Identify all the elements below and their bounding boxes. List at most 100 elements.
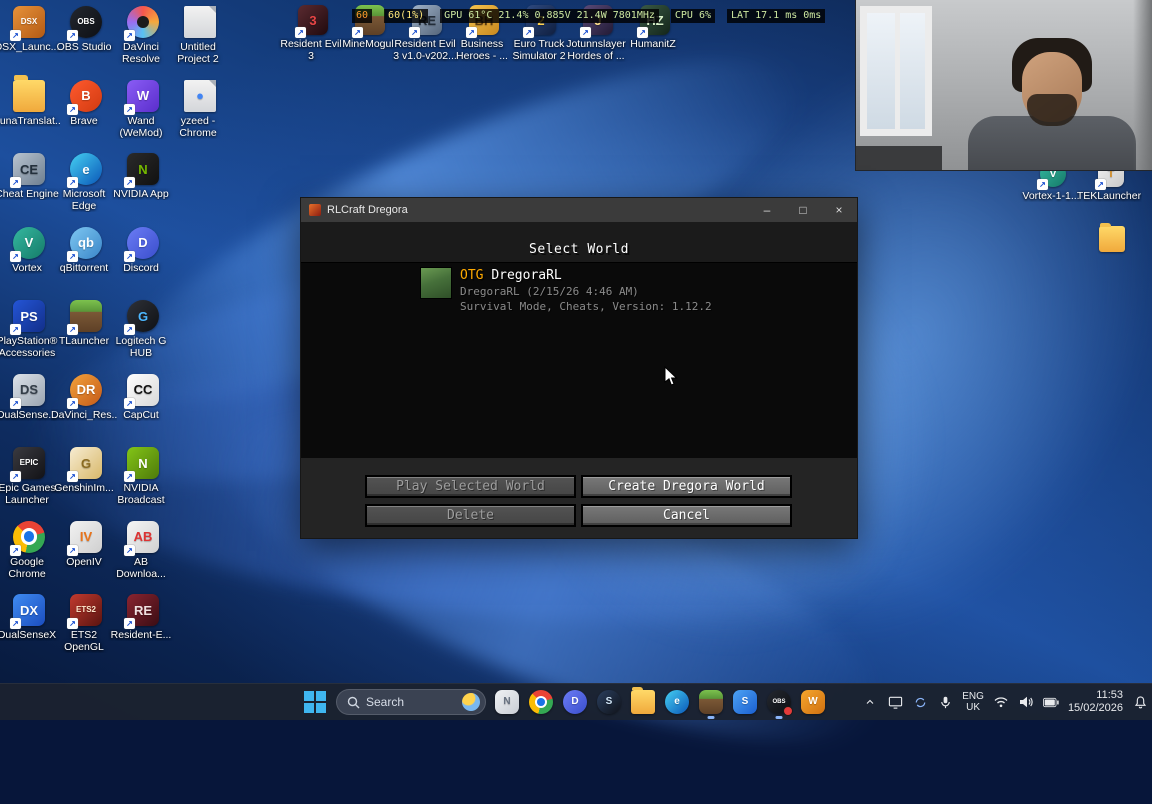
desktop-icon-dsx-launcher[interactable]: DSXDSX_Launc... — [0, 6, 59, 53]
desktop-icon-ets2-opengl[interactable]: ETS2ETS2 OpenGL — [57, 594, 115, 653]
taskbar: Search N D Se S OBS W ENG UK 11:53 15/02/2026 — [0, 683, 1152, 720]
time: 11:53 — [1096, 689, 1123, 701]
desktop-icon-davinci-res[interactable]: DRDaVinci_Res... — [51, 373, 117, 421]
desktop-icon-label: Resident-E... — [110, 629, 172, 641]
desktop-icon-nvidia-app[interactable]: NNVIDIA App — [113, 153, 172, 200]
desktop-icon-label: Logitech G HUB — [115, 335, 167, 359]
room-desk — [856, 146, 942, 170]
room-shadow — [1133, 0, 1152, 170]
desktop-icon-resident-e[interactable]: REResident-E... — [111, 594, 172, 641]
taskbar-app-steam[interactable]: S — [596, 689, 622, 715]
clock[interactable]: 11:53 15/02/2026 — [1068, 689, 1123, 715]
desktop-icon-obs-studio[interactable]: OBSOBS Studio — [57, 6, 115, 53]
world-list: OTG DregoraRL DregoraRL (2/15/26 4:46 AM… — [301, 262, 857, 460]
desktop-icon-tlauncher[interactable]: TLauncher — [57, 300, 115, 347]
desktop-icon-label: HumanitZ — [630, 38, 676, 50]
desktop-icon-epic-games-launcher[interactable]: EPICEpic Games Launcher — [0, 447, 58, 506]
desktop-icon-label: Vortex-1-1... — [1022, 190, 1080, 202]
desktop-icon-cheat-engine[interactable]: CECheat Engine — [0, 153, 59, 200]
start-button[interactable] — [302, 689, 328, 715]
shortcut-arrow-icon — [10, 250, 21, 262]
stats-segment: 60 — [352, 9, 373, 23]
taskbar-app-chrome[interactable] — [528, 689, 554, 715]
desktop-icon-logitech-g-hub[interactable]: GLogitech G HUB — [114, 300, 172, 359]
close-button[interactable]: × — [821, 198, 857, 222]
shortcut-arrow-icon — [10, 544, 21, 556]
monitor-tray-icon[interactable] — [887, 694, 903, 710]
select-world-heading: Select World — [529, 242, 629, 257]
desktop-icon-google-chrome[interactable]: Google Chrome — [0, 520, 58, 580]
shortcut-arrow-icon — [124, 250, 135, 262]
shortcut-arrow-icon — [637, 27, 648, 38]
file-explorer-icon — [631, 686, 655, 714]
cancel-button[interactable]: Cancel — [581, 504, 792, 527]
taskbar-app-notes-app[interactable]: N — [494, 689, 520, 715]
search-icon — [347, 696, 360, 708]
maximize-button[interactable]: □ — [785, 198, 821, 222]
notifications-bell-icon[interactable] — [1132, 694, 1148, 710]
desktop-icon-dualsense[interactable]: DSDualSense... — [0, 373, 58, 421]
taskbar-app-store[interactable]: S — [732, 689, 758, 715]
mic-tray-icon[interactable] — [937, 694, 953, 710]
desktop-icon-discord[interactable]: DDiscord — [114, 226, 172, 274]
desktop-icon-label: Discord — [123, 261, 159, 274]
desktop-icon-ab-download[interactable]: ABAB Downloa... — [114, 520, 172, 580]
desktop-icon-label: NVIDIA Broadcast — [117, 482, 165, 506]
desktop-icon-qbittorrent[interactable]: qbqBittorrent — [57, 226, 115, 274]
desktop-icon-davinci-resolve[interactable]: DaVinci Resolve — [114, 6, 172, 65]
taskbar-app-obs-recording[interactable]: OBS — [766, 689, 793, 719]
desktop-icon-nvidia-broadcast[interactable]: NNVIDIA Broadcast — [114, 447, 172, 506]
desktop-icon-label: CapCut — [123, 408, 159, 421]
shortcut-arrow-icon — [124, 177, 135, 188]
minimize-button[interactable]: – — [749, 198, 785, 222]
sync-tray-icon[interactable] — [912, 694, 928, 710]
desktop-icon-genshin-impact[interactable]: GGenshinIm... — [54, 447, 115, 494]
desktop-icon-untitled-project-2[interactable]: Untitled Project 2 — [171, 6, 229, 65]
battery-icon[interactable] — [1042, 694, 1059, 710]
shortcut-arrow-icon — [67, 471, 78, 482]
language-indicator[interactable]: ENG UK — [962, 691, 984, 713]
desktop-icon-wand-wemod[interactable]: WWand (WeMod) — [114, 79, 172, 139]
desktop-icon-openiv[interactable]: IVOpenIV — [57, 520, 115, 568]
window-title: RLCraft Dregora — [327, 204, 408, 216]
volume-icon[interactable] — [1018, 694, 1034, 710]
delete-button[interactable]: Delete — [365, 504, 576, 527]
wifi-icon[interactable] — [993, 694, 1009, 710]
shortcut-arrow-icon — [124, 324, 135, 335]
desktop-icon-capcut[interactable]: CCCapCut — [114, 373, 172, 421]
taskbar-app-discord[interactable]: D — [562, 689, 588, 715]
taskbar-app-rlcraft[interactable] — [698, 689, 724, 719]
desktop-icon-lunatranslator[interactable]: LunaTranslat... — [0, 75, 60, 127]
desktop-icon-brave[interactable]: BBrave — [57, 79, 115, 127]
shortcut-arrow-icon — [124, 618, 135, 629]
shortcut-arrow-icon — [352, 27, 363, 38]
shortcut-arrow-icon — [295, 27, 306, 38]
shortcut-arrow-icon — [10, 618, 21, 629]
yzeed-chrome-icon: ● — [184, 79, 216, 112]
search-box[interactable]: Search — [336, 689, 486, 715]
world-entry[interactable]: OTG DregoraRL DregoraRL (2/15/26 4:46 AM… — [419, 266, 714, 315]
discord-icon: D — [563, 690, 587, 714]
window-titlebar[interactable]: RLCraft Dregora – □ × — [301, 198, 857, 222]
taskbar-app-edge[interactable]: e — [664, 689, 690, 715]
desktop-icon-vortex[interactable]: VVortex — [0, 226, 58, 274]
play-selected-world-button[interactable]: Play Selected World — [365, 475, 576, 498]
shortcut-arrow-icon — [67, 618, 78, 629]
create-dregora-world-button[interactable]: Create Dregora World — [581, 475, 792, 498]
taskbar-app-file-explorer[interactable] — [630, 686, 656, 715]
desktop-icon-microsoft-edge[interactable]: eMicrosoft Edge — [57, 153, 115, 212]
desktop-icon-desktop-folder[interactable] — [1083, 222, 1141, 255]
notes-app-icon: N — [495, 690, 519, 714]
taskbar-app-gear-app[interactable]: W — [800, 689, 826, 715]
person-beard — [1027, 94, 1077, 126]
date: 15/02/2026 — [1067, 702, 1123, 714]
desktop-icon-resident-evil-3[interactable]: 3Resident Evil 3 — [280, 5, 342, 62]
language-line2: UK — [966, 702, 981, 713]
search-placeholder: Search — [366, 695, 405, 709]
desktop-icon-yzeed-chrome[interactable]: ● yzeed - Chrome — [171, 79, 229, 139]
store-icon: S — [733, 690, 757, 714]
desktop-icon-playstation-accessories[interactable]: PSPlayStation® Accessories — [0, 300, 58, 359]
hidden-icons-chevron[interactable] — [862, 694, 878, 710]
recording-dot — [783, 706, 793, 716]
desktop-icon-dualsensex[interactable]: DXDualSenseX — [0, 594, 58, 641]
